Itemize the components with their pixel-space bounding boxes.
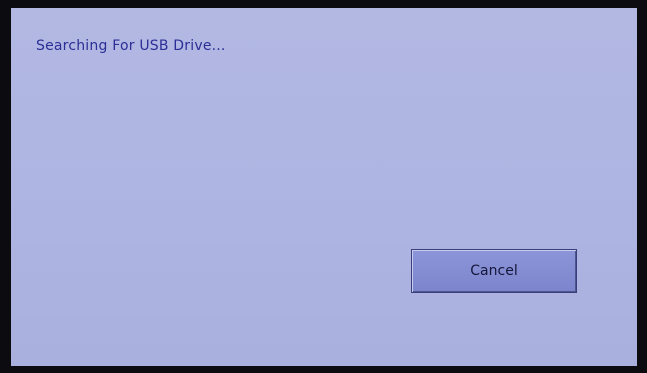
usb-search-dialog: Searching For USB Drive... Cancel [11, 8, 637, 366]
cancel-button[interactable]: Cancel [411, 249, 577, 293]
device-bezel: Searching For USB Drive... Cancel [0, 0, 647, 373]
status-message: Searching For USB Drive... [36, 38, 226, 54]
